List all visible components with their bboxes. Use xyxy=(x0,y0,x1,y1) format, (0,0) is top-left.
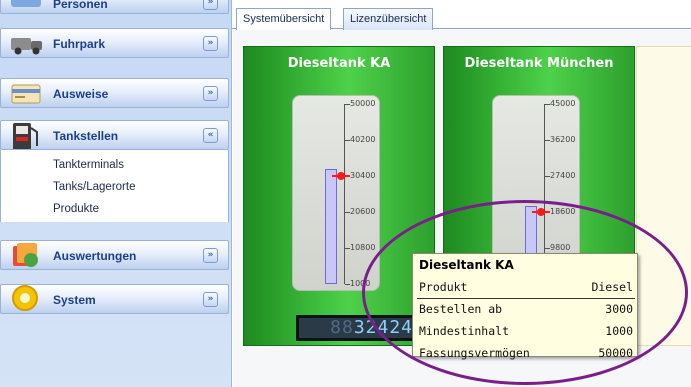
tooltip-value: Diesel xyxy=(573,276,635,299)
tank-title: Dieseltank München xyxy=(464,56,614,71)
tooltip-row: Fassungsvermögen 50000 xyxy=(417,342,635,364)
reports-icon xyxy=(13,243,38,267)
nav-group-system[interactable]: System » xyxy=(0,284,229,314)
gauge-tick-label: 36200 xyxy=(550,135,576,144)
nav-group-label: Tankstellen xyxy=(53,129,119,143)
chevron-down-icon[interactable]: » xyxy=(203,0,218,10)
system-gear-icon xyxy=(12,285,38,311)
tooltip-label: Mindestinhalt xyxy=(419,324,510,338)
chevron-up-icon[interactable]: « xyxy=(203,128,218,143)
sidebar-item-produkte[interactable]: Produkte xyxy=(1,198,228,220)
nav-group-label: Fuhrpark xyxy=(53,37,106,51)
sidebar-item-tanks-lagerorte[interactable]: Tanks/Lagerorte xyxy=(1,176,228,198)
tooltip-label: Produkt xyxy=(417,276,574,299)
gauge-tick-label: 30400 xyxy=(350,171,376,180)
tooltip-title: Dieseltank KA xyxy=(419,258,514,272)
order-level-marker xyxy=(332,172,350,180)
lcd-unused-digits: 88 xyxy=(330,317,354,338)
nav-group-label: Ausweise xyxy=(53,87,109,101)
tooltip-label: Bestellen ab xyxy=(419,302,503,317)
tank-title: Dieseltank KA xyxy=(287,56,391,71)
nav-group-auswertungen[interactable]: Auswertungen » xyxy=(0,240,229,270)
sidebar-item-tankterminals[interactable]: Tankterminals xyxy=(1,154,228,176)
tank-gauge: 50000 40200 30400 20600 10800 1000 xyxy=(292,95,380,291)
tank-level-bar xyxy=(325,168,337,284)
tab-bar: Systemübersicht Lizenzübersicht xyxy=(232,0,691,30)
gauge-tick-label: 9800 xyxy=(550,243,571,252)
nav-group-label: Auswertungen xyxy=(53,249,137,263)
nav-group-label: Personen xyxy=(53,0,108,11)
tooltip-row: Mindestinhalt 1000 xyxy=(417,320,635,342)
tooltip-value: 1000 xyxy=(605,324,633,338)
fuel-pump-icon xyxy=(13,123,38,149)
persons-icon xyxy=(11,0,41,7)
nav-group-personen[interactable]: Personen » xyxy=(0,0,229,14)
gauge-tick-label: 1000 xyxy=(350,279,371,288)
chevron-down-icon[interactable]: » xyxy=(203,86,218,101)
nav-group-fuhrpark[interactable]: Fuhrpark » xyxy=(0,28,229,58)
gauge-tick-label: 20600 xyxy=(350,207,376,216)
tank-level-display: 8832424 xyxy=(296,315,420,341)
gauge-axis xyxy=(344,104,345,284)
lcd-value: 32424 xyxy=(353,317,413,338)
tooltip-label: Fassungsvermögen xyxy=(419,346,530,360)
chevron-down-icon[interactable]: » xyxy=(203,248,218,263)
nav-group-label: System xyxy=(53,293,96,307)
navigation-sidebar: Personen » Fuhrpark » Ausweise » Tankste… xyxy=(0,0,232,387)
tooltip-table: Produkt Diesel Bestellen ab 3000 Mindest… xyxy=(417,276,635,364)
tank-panel-ka[interactable]: Dieseltank KA 50000 40200 30400 20600 10… xyxy=(243,46,435,346)
tab-systemuebersicht[interactable]: Systemübersicht xyxy=(236,8,332,30)
nav-group-tankstellen[interactable]: Tankstellen « xyxy=(0,120,229,150)
gauge-tick-label: 50000 xyxy=(350,99,376,108)
gauge-tick-label: 40200 xyxy=(350,135,376,144)
tank-panel-partial[interactable] xyxy=(636,46,691,346)
gauge-tick-label: 10800 xyxy=(350,243,376,252)
tankstellen-items: Tankterminals Tanks/Lagerorte Produkte xyxy=(0,150,229,222)
gauge-tick-label: 27400 xyxy=(550,171,576,180)
id-card-icon xyxy=(11,84,41,104)
chevron-down-icon[interactable]: » xyxy=(203,36,218,51)
tooltip-row: Bestellen ab 3000 xyxy=(417,298,635,320)
truck-icon xyxy=(11,38,42,55)
chevron-down-icon[interactable]: » xyxy=(203,292,218,307)
gauge-tick-label: 18600 xyxy=(550,207,576,216)
gauge-tick-label: 45000 xyxy=(550,99,576,108)
nav-group-ausweise[interactable]: Ausweise » xyxy=(0,78,229,108)
tooltip-value: 50000 xyxy=(598,346,633,360)
order-level-marker xyxy=(532,208,550,216)
tooltip-header-row: Produkt Diesel xyxy=(417,276,635,299)
tooltip-value: 3000 xyxy=(605,302,633,317)
tank-tooltip: Dieseltank KA Produkt Diesel Bestellen a… xyxy=(412,253,638,360)
tab-lizenzuebersicht[interactable]: Lizenzübersicht xyxy=(343,8,434,30)
